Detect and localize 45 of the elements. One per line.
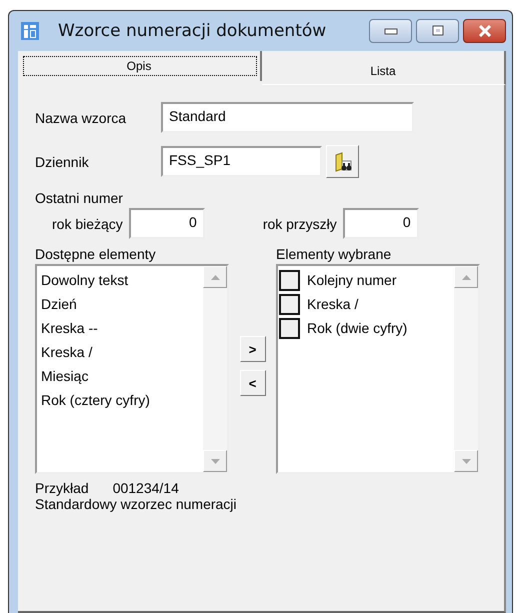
section-label: Ostatni numer [35, 190, 124, 206]
checkbox[interactable] [279, 294, 300, 314]
scrollbar[interactable] [454, 266, 478, 472]
window-title: Wzorce numeracji dokumentów [58, 21, 328, 41]
list-item[interactable]: Rok (dwie cyfry) [307, 320, 408, 336]
list-item[interactable]: Kreska -- [41, 316, 203, 340]
scrollbar[interactable] [203, 266, 227, 472]
maximize-button[interactable] [416, 19, 459, 43]
current-year-field[interactable]: 0 [128, 208, 205, 239]
app-icon [20, 21, 40, 41]
list-item[interactable]: Kolejny numer [307, 272, 396, 288]
example-label: Przykład [35, 480, 89, 496]
description-text: Standardowy wzorzec numeracji [35, 496, 238, 512]
next-year-field[interactable]: 0 [342, 208, 419, 239]
checkbox[interactable] [279, 318, 300, 338]
list-label: Elementy wybrane [276, 246, 392, 262]
field-label: Nazwa wzorca [35, 110, 128, 126]
scroll-down-icon [210, 458, 220, 464]
browse-button[interactable] [326, 145, 359, 178]
minimize-icon [384, 27, 398, 35]
scroll-up-icon [462, 274, 470, 280]
binoculars-icon [334, 152, 352, 172]
list-label: Dostępne elementy [35, 246, 157, 262]
scroll-down-icon [462, 458, 470, 464]
move-button[interactable]: > [240, 336, 266, 362]
name-field[interactable]: Standard [161, 102, 414, 133]
close-button[interactable] [463, 19, 506, 43]
move-button[interactable]: < [240, 370, 266, 396]
list-item[interactable]: Miesiąc [41, 364, 203, 388]
list-item[interactable]: Dowolny tekst [41, 268, 203, 292]
checkbox[interactable] [279, 270, 300, 290]
list-item[interactable]: Kreska / [307, 296, 358, 312]
tab[interactable]: Lista [262, 51, 506, 85]
scroll-up-icon [210, 274, 220, 280]
field-label: Dziennik [35, 154, 90, 170]
list-item[interactable]: Dzień [41, 292, 203, 316]
example-value: 001234/14 [112, 480, 179, 496]
journal-field[interactable]: FSS_SP1 [161, 146, 322, 177]
list-item[interactable]: Kreska / [41, 340, 203, 364]
close-icon [478, 25, 492, 37]
field-label: rok bieżący [52, 216, 123, 232]
list-item[interactable]: Rok (cztery cyfry) [41, 388, 203, 412]
minimize-button[interactable] [369, 19, 412, 43]
field-label: rok przyszły [262, 216, 337, 232]
maximize-icon [430, 25, 444, 37]
